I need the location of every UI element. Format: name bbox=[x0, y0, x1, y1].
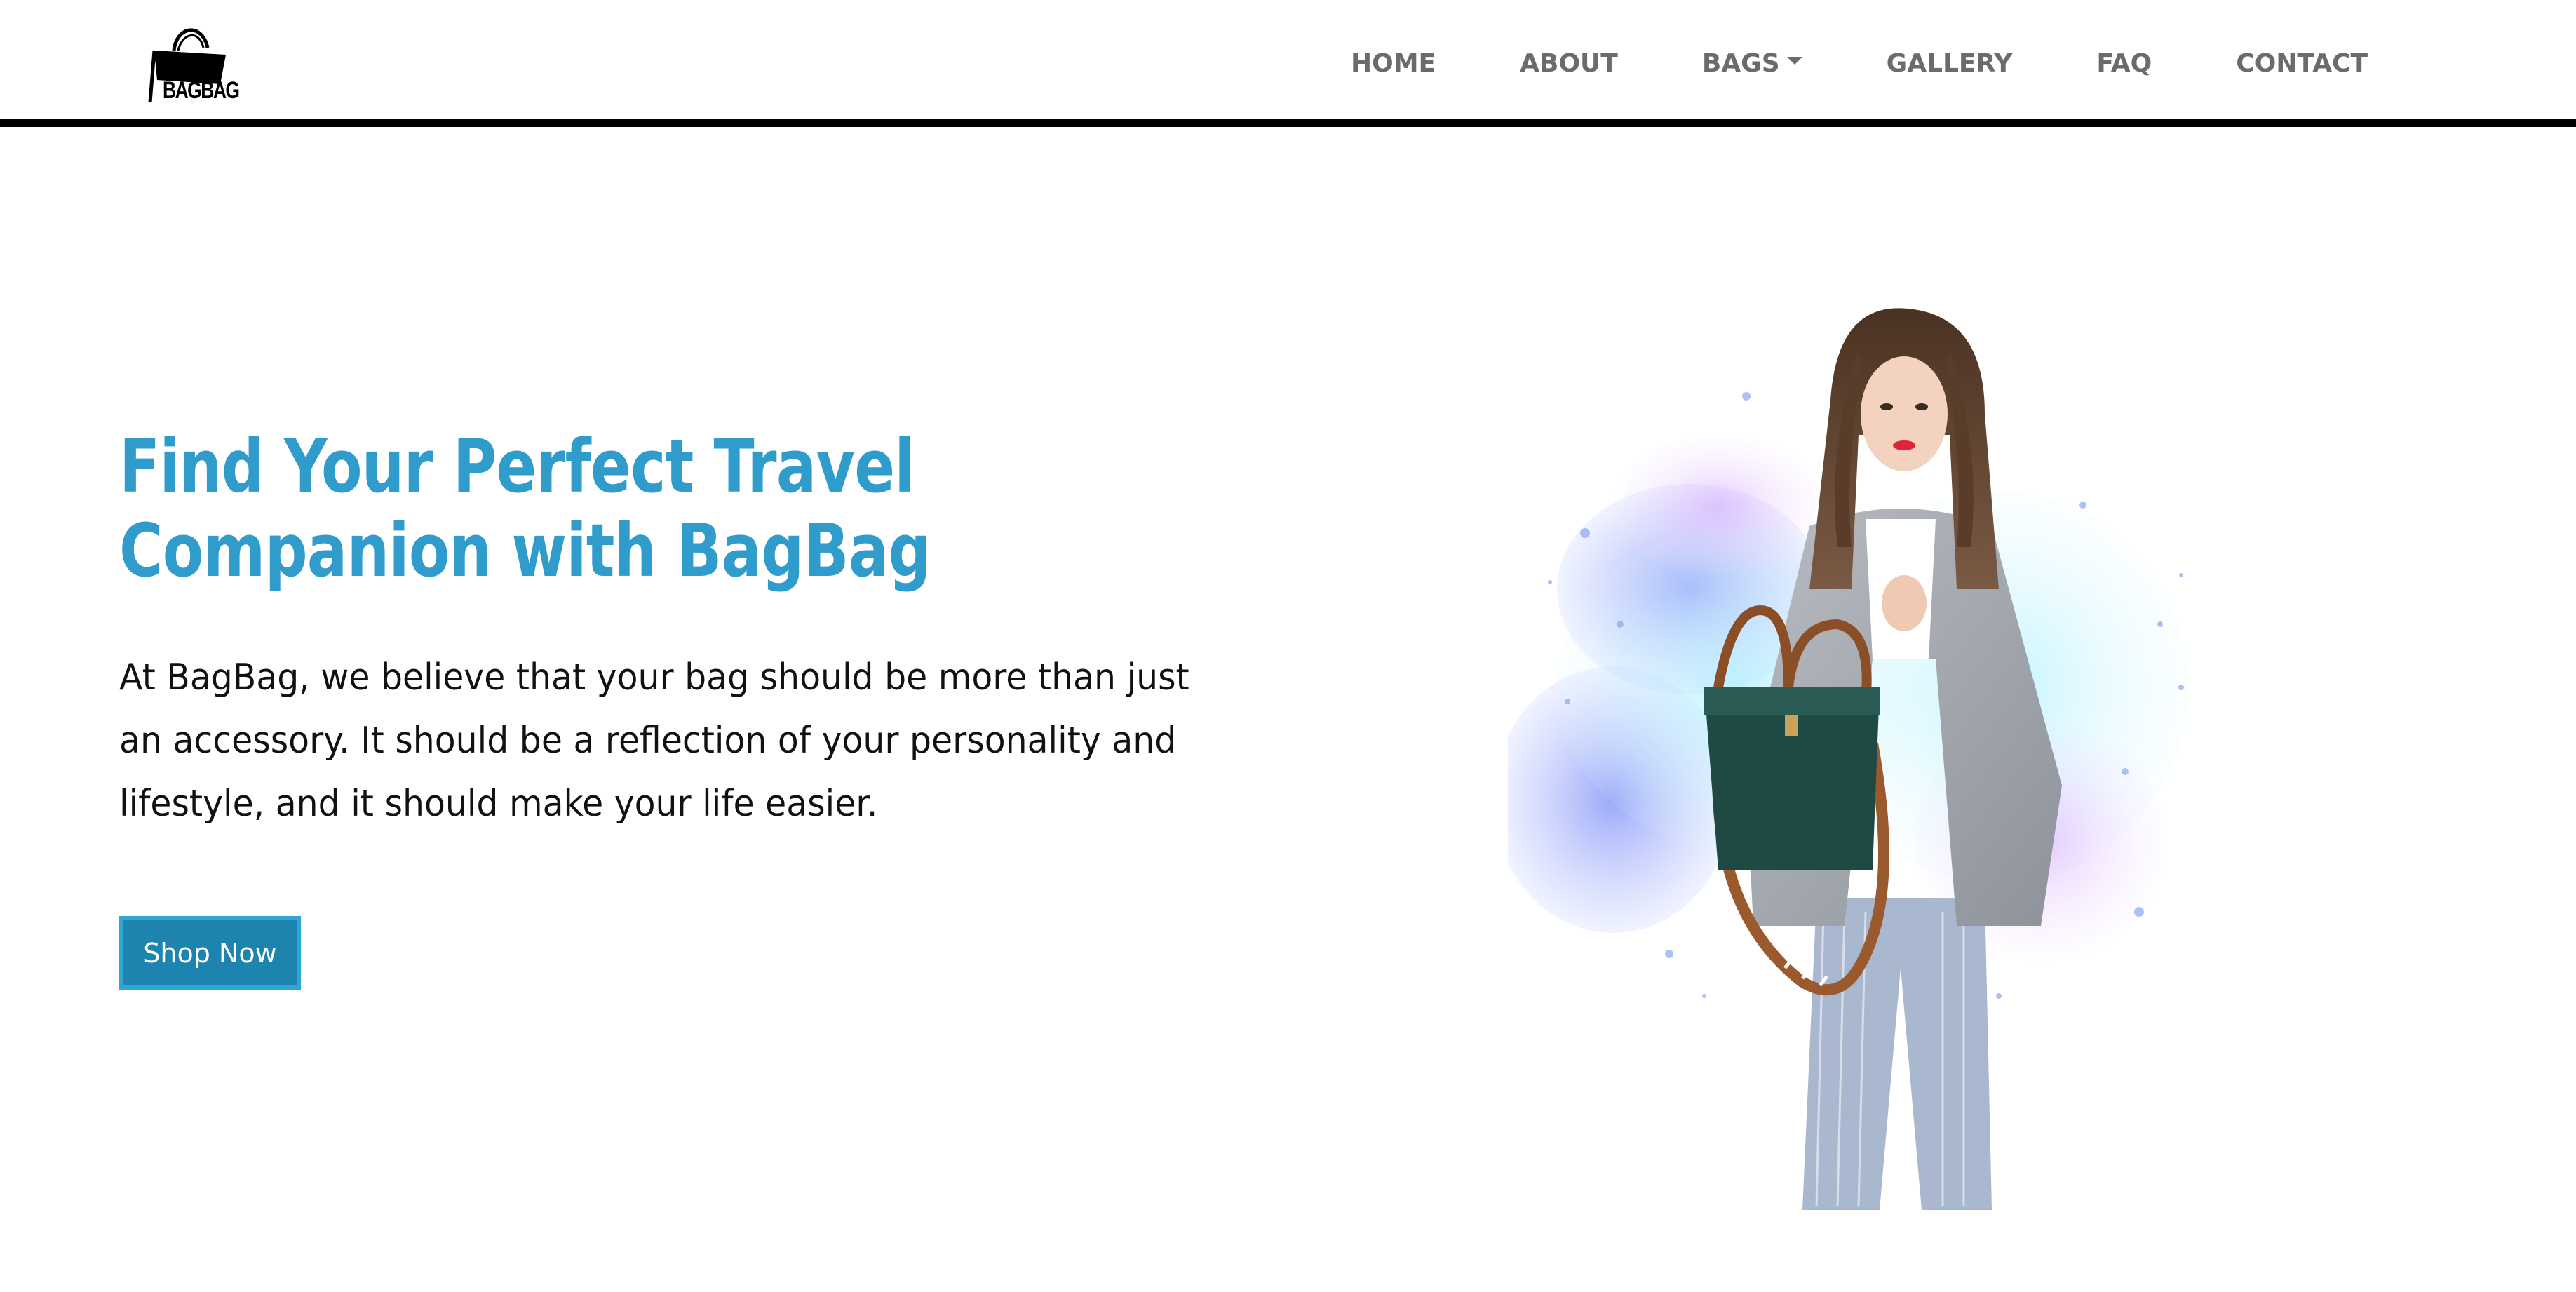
main-nav: HOME ABOUT BAGS GALLERY FAQ CONTACT bbox=[1333, 0, 2410, 127]
nav-gallery[interactable]: GALLERY bbox=[1845, 36, 2055, 92]
nav-home[interactable]: HOME bbox=[1333, 36, 1478, 92]
hero-model-image bbox=[1494, 295, 2244, 1210]
shop-now-button[interactable]: Shop Now bbox=[119, 916, 301, 990]
nav-faq[interactable]: FAQ bbox=[2054, 36, 2194, 92]
hero-description: At BagBag, we believe that your bag shou… bbox=[119, 657, 1189, 825]
hero-section: Find Your Perfect Travel Companion with … bbox=[119, 424, 1213, 835]
nav-bags-label: BAGS bbox=[1701, 49, 1780, 78]
nav-contact[interactable]: CONTACT bbox=[2194, 36, 2410, 92]
nav-bags-dropdown[interactable]: BAGS bbox=[1660, 36, 1845, 92]
hero-title: Find Your Perfect Travel Companion with … bbox=[119, 424, 931, 593]
top-navbar: BAGBAG HOME ABOUT BAGS GALLERY FAQ CONTA… bbox=[0, 0, 2576, 127]
brand-name: BAGBAG bbox=[163, 77, 240, 104]
nav-about[interactable]: ABOUT bbox=[1478, 36, 1660, 92]
caret-down-icon bbox=[1786, 57, 1802, 65]
brand-logo[interactable]: BAGBAG bbox=[147, 20, 245, 107]
